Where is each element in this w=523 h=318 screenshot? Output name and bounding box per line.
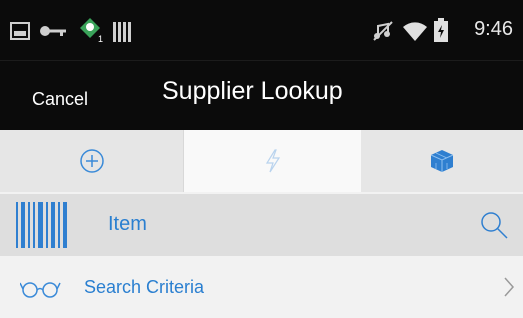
title-bar: Cancel Supplier Lookup <box>0 60 523 131</box>
status-time: 9:46 <box>474 18 513 40</box>
item-field-label[interactable]: Item <box>108 213 147 236</box>
barcode-icon[interactable] <box>16 202 68 248</box>
signal-bars-icon <box>113 22 131 42</box>
search-criteria-label: Search Criteria <box>84 277 205 297</box>
tab-bar <box>0 130 523 192</box>
add-circle-icon <box>79 149 104 173</box>
page-title: Supplier Lookup <box>162 77 343 105</box>
tab-add[interactable] <box>0 130 183 192</box>
mute-icon <box>373 21 393 41</box>
android-notification-icon: 1 <box>80 18 103 44</box>
status-bar: 1 9:46 <box>0 0 523 60</box>
tab-cube[interactable] <box>361 130 523 192</box>
cancel-button[interactable]: Cancel <box>32 89 88 110</box>
lightning-icon <box>265 149 280 173</box>
tab-lightning[interactable] <box>183 130 362 192</box>
chevron-right-icon <box>504 277 515 297</box>
search-criteria-row[interactable]: Search Criteria <box>0 258 523 318</box>
battery-icon <box>434 18 448 42</box>
key-icon <box>40 26 66 36</box>
image-icon <box>10 22 30 40</box>
item-input-row[interactable]: Item <box>0 194 523 256</box>
search-icon[interactable] <box>479 210 509 240</box>
glasses-icon <box>20 282 61 298</box>
cube-icon <box>430 150 454 172</box>
wifi-icon <box>403 22 427 41</box>
svg-text:1: 1 <box>98 34 103 44</box>
